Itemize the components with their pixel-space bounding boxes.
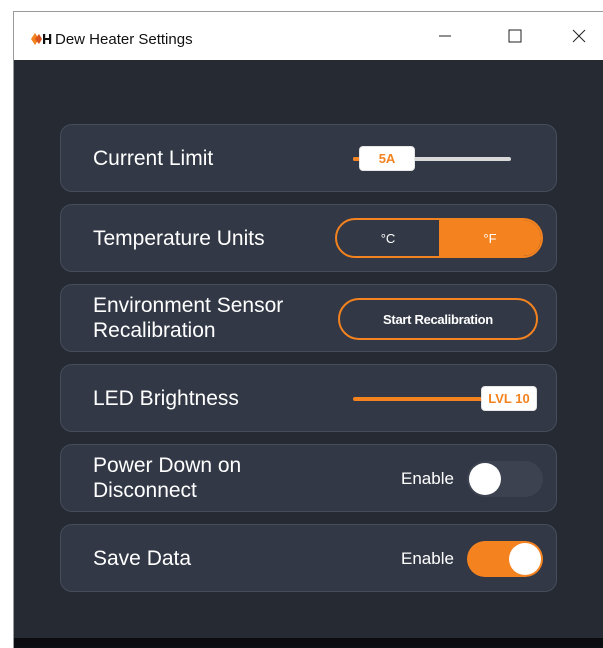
temperature-units-toggle: °C °F (335, 218, 543, 258)
dew-heater-app-icon (31, 33, 52, 45)
window-title: Dew Heater Settings (55, 31, 193, 48)
minimize-button[interactable] (422, 18, 468, 54)
maximize-icon (508, 29, 522, 43)
start-recalibration-button[interactable]: Start Recalibration (338, 298, 538, 340)
current-limit-row: Current Limit 5A (60, 124, 557, 192)
recalibration-label-line1: Environment Sensor (93, 294, 284, 317)
fahrenheit-option[interactable]: °F (439, 220, 541, 256)
maximize-button[interactable] (492, 18, 538, 54)
minimize-icon (439, 35, 451, 37)
current-limit-slider-thumb[interactable]: 5A (359, 146, 415, 171)
current-limit-label: Current Limit (93, 147, 214, 170)
toggle-knob (509, 543, 541, 575)
recalibration-label: Environment Sensor Recalibration (93, 293, 283, 343)
celsius-option[interactable]: °C (337, 220, 439, 256)
toggle-knob (469, 463, 501, 495)
power-down-row: Power Down on Disconnect Enable (60, 444, 557, 512)
power-down-label-line1: Power Down on (93, 454, 242, 477)
dew-heater-settings-window: Dew Heater Settings Current Limit 5A Tem… (14, 12, 603, 648)
close-icon (572, 29, 586, 43)
recalibration-row: Environment Sensor Recalibration Start R… (60, 284, 557, 352)
title-bar: Dew Heater Settings (14, 12, 603, 61)
save-data-toggle[interactable] (467, 541, 543, 577)
led-brightness-slider-fill[interactable] (353, 397, 489, 401)
power-down-toggle[interactable] (467, 461, 543, 497)
led-brightness-row: LED Brightness LVL 10 (60, 364, 557, 432)
temperature-units-row: Temperature Units °C °F (60, 204, 557, 272)
temperature-units-label: Temperature Units (93, 227, 265, 250)
power-down-label-line2: Disconnect (93, 479, 197, 502)
power-down-enable-label: Enable (401, 469, 454, 488)
save-data-enable-label: Enable (401, 549, 454, 568)
save-data-label: Save Data (93, 547, 192, 570)
save-data-row: Save Data Enable (60, 524, 557, 592)
bottom-strip (14, 638, 603, 646)
power-down-label: Power Down on Disconnect (93, 453, 241, 503)
settings-panel: Current Limit 5A Temperature Units °C °F… (14, 60, 603, 646)
led-brightness-label: LED Brightness (93, 387, 239, 410)
close-button[interactable] (556, 18, 602, 54)
recalibration-label-line2: Recalibration (93, 319, 216, 342)
led-brightness-slider-thumb[interactable]: LVL 10 (481, 386, 537, 411)
